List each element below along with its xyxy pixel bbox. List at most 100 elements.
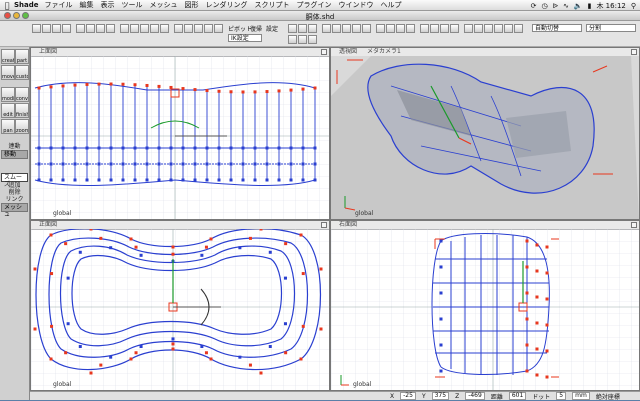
- mesh-vertex[interactable]: [301, 87, 305, 91]
- volume-icon[interactable]: 🔈: [574, 2, 583, 10]
- side-view-canvas[interactable]: [331, 229, 639, 390]
- mesh-vertex[interactable]: [134, 245, 138, 249]
- link-move-item[interactable]: 移動: [1, 150, 28, 159]
- toolbar-button-36[interactable]: [440, 24, 449, 33]
- mesh-vertex[interactable]: [49, 85, 53, 89]
- mesh-vertex[interactable]: [241, 146, 245, 150]
- toolbar-button-18[interactable]: [214, 24, 223, 33]
- toolbar-button-32[interactable]: [396, 24, 405, 33]
- toolbar-button-30[interactable]: [376, 24, 385, 33]
- mesh-vertex[interactable]: [157, 84, 161, 88]
- mesh-vertex[interactable]: [313, 86, 317, 90]
- mesh-vertex[interactable]: [439, 239, 443, 243]
- mesh-vertex[interactable]: [50, 272, 54, 276]
- mesh-vertex[interactable]: [109, 178, 113, 182]
- mesh-vertex[interactable]: [217, 146, 221, 150]
- mesh-vertex[interactable]: [171, 347, 175, 351]
- mesh-vertex[interactable]: [109, 355, 113, 359]
- menu-view[interactable]: 表示: [101, 0, 115, 10]
- split-select[interactable]: 分割: [586, 24, 636, 32]
- mesh-vertex[interactable]: [169, 178, 173, 182]
- toolbar-button-28[interactable]: [352, 24, 361, 33]
- mesh-vertex[interactable]: [73, 162, 77, 166]
- mesh-vertex[interactable]: [265, 90, 269, 94]
- menu-tools[interactable]: ツール: [122, 0, 143, 10]
- mesh-vertex[interactable]: [217, 162, 221, 166]
- mesh-vertex[interactable]: [49, 357, 53, 361]
- mesh-vertex[interactable]: [525, 369, 529, 373]
- pivot-label[interactable]: ピボット: [228, 24, 252, 33]
- toolbar-button-2[interactable]: [42, 24, 51, 33]
- mesh-vertex[interactable]: [248, 363, 252, 367]
- mesh-vertex[interactable]: [181, 87, 185, 91]
- mesh-vertex[interactable]: [49, 233, 53, 237]
- mesh-vertex[interactable]: [283, 276, 287, 280]
- toolbar-button-4[interactable]: [62, 24, 71, 33]
- mesh-vertex[interactable]: [319, 327, 323, 331]
- toolbar-button-10[interactable]: [130, 24, 139, 33]
- toolbar-button-40[interactable]: [484, 24, 493, 33]
- mesh-vertex[interactable]: [78, 250, 82, 254]
- toolbar-button-15[interactable]: [184, 24, 193, 33]
- mesh-vertex[interactable]: [299, 357, 303, 361]
- menu-window[interactable]: ウインドウ: [339, 0, 374, 10]
- toolbar-button-17[interactable]: [204, 24, 213, 33]
- mesh-vertex[interactable]: [37, 178, 41, 182]
- toolbar-button-43[interactable]: [514, 24, 523, 33]
- mesh-vertex[interactable]: [525, 239, 529, 243]
- toolbar-button-38[interactable]: [464, 24, 473, 33]
- smooth-link[interactable]: リンク: [1, 196, 28, 203]
- viewport-perspective-close-icon[interactable]: [631, 49, 637, 55]
- mesh-vertex[interactable]: [73, 83, 77, 87]
- mesh-vertex[interactable]: [169, 162, 173, 166]
- wifi-icon[interactable]: ∿: [563, 2, 569, 10]
- camera-select[interactable]: メタカメラ1: [367, 48, 401, 56]
- mesh-vertex[interactable]: [204, 351, 208, 355]
- toolbar-button-34[interactable]: [420, 24, 429, 33]
- mesh-vertex[interactable]: [229, 90, 233, 94]
- mesh-vertex[interactable]: [49, 178, 53, 182]
- toolbar-button-16[interactable]: [194, 24, 203, 33]
- menu-script[interactable]: スクリプト: [255, 0, 290, 10]
- mesh-vertex[interactable]: [89, 229, 93, 231]
- mesh-vertex[interactable]: [64, 242, 68, 246]
- mesh-vertex[interactable]: [139, 253, 143, 257]
- app-menu[interactable]: Shade: [14, 1, 39, 9]
- tool-modify[interactable]: modify: [1, 87, 15, 102]
- mesh-vertex[interactable]: [545, 297, 549, 301]
- mesh-vertex[interactable]: [259, 229, 263, 231]
- mesh-vertex[interactable]: [49, 146, 53, 150]
- menu-edit[interactable]: 編集: [80, 0, 94, 10]
- mesh-vertex[interactable]: [61, 146, 65, 150]
- mesh-vertex[interactable]: [64, 351, 68, 355]
- toolbar-button-21[interactable]: [308, 24, 317, 33]
- mesh-vertex[interactable]: [171, 337, 175, 341]
- mesh-vertex[interactable]: [277, 146, 281, 150]
- mesh-vertex[interactable]: [121, 162, 125, 166]
- viewport-top-close-icon[interactable]: [321, 49, 327, 55]
- mesh-vertex[interactable]: [37, 146, 41, 150]
- mesh-vertex[interactable]: [133, 162, 137, 166]
- mesh-vertex[interactable]: [89, 371, 93, 375]
- mesh-vertex[interactable]: [277, 89, 281, 93]
- toolbar-button-23[interactable]: [298, 35, 307, 44]
- mesh-vertex[interactable]: [171, 342, 175, 346]
- mesh-vertex[interactable]: [525, 317, 529, 321]
- mesh-vertex[interactable]: [265, 178, 269, 182]
- tool-zoom[interactable]: zoom: [15, 119, 29, 134]
- mesh-vertex[interactable]: [301, 178, 305, 182]
- battery-icon[interactable]: ▮: [588, 2, 592, 10]
- toolbar-button-14[interactable]: [174, 24, 183, 33]
- mesh-vertex[interactable]: [525, 343, 529, 347]
- mesh-vertex[interactable]: [133, 83, 137, 87]
- toolbar-button-13[interactable]: [160, 24, 169, 33]
- mesh-vertex[interactable]: [37, 86, 41, 90]
- mesh-vertex[interactable]: [99, 363, 103, 367]
- toolbar-button-29[interactable]: [362, 24, 371, 33]
- toolbar-button-5[interactable]: [76, 24, 85, 33]
- toolbar-button-9[interactable]: [120, 24, 129, 33]
- mesh-vertex[interactable]: [289, 162, 293, 166]
- mesh-vertex[interactable]: [301, 146, 305, 150]
- mesh-vertex[interactable]: [268, 345, 272, 349]
- mesh-vertex[interactable]: [205, 162, 209, 166]
